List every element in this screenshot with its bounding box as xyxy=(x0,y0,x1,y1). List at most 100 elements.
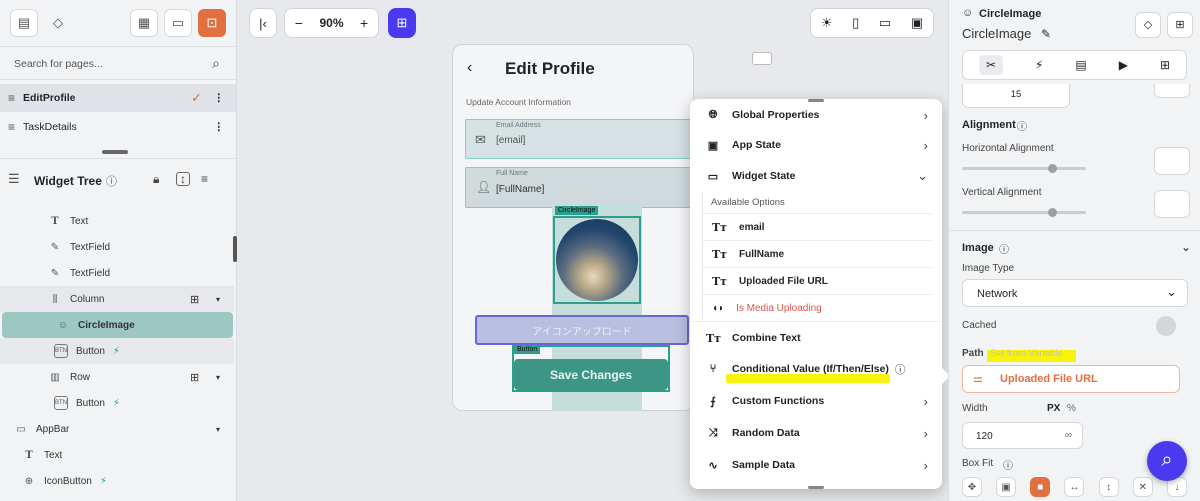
chevron-down-icon[interactable]: ▾ xyxy=(216,295,220,304)
action-flow-tab-icon[interactable]: ⚡︎ xyxy=(1035,58,1043,72)
page-search[interactable]: Search for pages... ⌕ xyxy=(0,46,236,80)
fit-contain-icon[interactable]: ▣ xyxy=(996,477,1017,497)
add-child-icon[interactable]: ⊞ xyxy=(190,293,199,306)
fit-none-icon[interactable]: ✥ xyxy=(962,477,982,497)
phone-icon[interactable]: ▯ xyxy=(852,15,859,31)
fit-fill-icon[interactable]: ✕ xyxy=(1132,477,1153,497)
paint-tab-icon[interactable]: ✂ xyxy=(978,55,1004,75)
resize-handle[interactable] xyxy=(102,150,128,154)
save-changes-button[interactable]: Save Changes xyxy=(514,359,668,390)
desktop-icon[interactable]: ▣ xyxy=(911,15,923,31)
unit-px[interactable]: PX xyxy=(1047,403,1060,414)
info-icon[interactable]: ⓘ xyxy=(1017,118,1027,133)
collapse-all-icon[interactable]: ≡ xyxy=(201,172,208,186)
chevron-right-icon: › xyxy=(923,457,928,473)
collapse-panel-icon[interactable]: |‹ xyxy=(249,8,277,38)
vertical-alignment-slider[interactable] xyxy=(962,208,1086,217)
unit-percent[interactable]: % xyxy=(1067,403,1076,414)
play-tab-icon[interactable]: ▶ xyxy=(1119,58,1128,72)
search-icon[interactable]: ⌕ xyxy=(212,55,220,72)
tree-item-text[interactable]: T Text xyxy=(0,208,234,234)
lock-icon[interactable]: 🔒︎ xyxy=(153,172,159,187)
tree-item-textfield[interactable]: ✎ TextField xyxy=(0,234,234,260)
page-item-editprofile[interactable]: ≡ EditProfile ✓ ⋮ xyxy=(0,84,236,112)
add-widget-icon[interactable]: ⊞ xyxy=(388,8,416,38)
slider-knob[interactable] xyxy=(1048,164,1057,173)
fullname-label: Full Name xyxy=(496,170,528,177)
cached-toggle[interactable] xyxy=(1156,316,1176,336)
info-icon[interactable]: ⓘ xyxy=(895,362,906,377)
option-fullname[interactable]: Tт FullName xyxy=(702,240,932,267)
width-field[interactable]: 120 ∞ xyxy=(962,422,1083,449)
slider-knob[interactable] xyxy=(1048,208,1057,217)
add-child-icon[interactable]: ⊞ xyxy=(190,371,199,384)
upload-button[interactable]: アイコンアップロード xyxy=(475,315,689,345)
diamond-icon[interactable]: ◇ xyxy=(1135,12,1161,38)
info-icon[interactable]: ⓘ xyxy=(999,241,1009,256)
chevron-down-icon[interactable]: ⌄ xyxy=(1181,240,1191,254)
vertical-alignment-box[interactable] xyxy=(1154,190,1190,218)
sun-icon[interactable]: ☀ xyxy=(821,15,833,31)
search-fab-icon[interactable]: ⌕ xyxy=(1147,441,1187,481)
ai-tab-icon[interactable]: ⊞ xyxy=(1160,58,1170,72)
horizontal-alignment-box[interactable] xyxy=(1154,147,1190,175)
zoom-in-button[interactable]: + xyxy=(350,15,378,31)
menu-app-state[interactable]: ▣ App State › xyxy=(690,129,942,161)
value-field-small[interactable] xyxy=(1154,84,1190,98)
option-uploaded-file-url[interactable]: Tт Uploaded File URL xyxy=(702,267,932,294)
menu-custom-functions[interactable]: ⨍ Custom Functions › xyxy=(690,385,942,417)
pages-tab-icon[interactable]: ▤ xyxy=(10,9,38,37)
menu-global-properties[interactable]: 🌐︎ Global Properties › xyxy=(690,99,942,131)
tree-item-button[interactable]: BTN Button ⚡︎ xyxy=(0,338,234,364)
add-icon[interactable]: ⊞ xyxy=(1167,12,1193,38)
chevron-down-icon[interactable]: ▾ xyxy=(216,373,220,382)
set-from-variable-menu: 🌐︎ Global Properties › ▣ App State › ▭ Widget… xyxy=(690,99,942,489)
tree-item-circleimage[interactable]: ☺ CircleImage xyxy=(2,312,233,338)
info-icon[interactable]: ⓘ xyxy=(1003,457,1013,472)
add-page-icon[interactable]: ⊡ xyxy=(198,9,226,37)
menu-widget-state[interactable]: ▭ Widget State ⌄ xyxy=(690,160,942,192)
tablet-icon[interactable]: ▭ xyxy=(879,15,891,31)
path-variable-field[interactable]: ⚌ Uploaded File URL xyxy=(962,365,1180,393)
canvas-keyboard-icon[interactable] xyxy=(752,52,772,65)
search-input[interactable]: Search for pages... xyxy=(14,58,103,70)
option-email[interactable]: Tт email xyxy=(702,213,932,240)
more-vert-icon[interactable]: ⋮ xyxy=(214,121,225,133)
infinity-toggle[interactable]: ∞ xyxy=(1065,430,1072,441)
fullname-field[interactable]: Full Name 👤︎ [FullName] xyxy=(465,167,692,208)
circle-image-selection[interactable]: CircleImage xyxy=(553,206,641,304)
backend-tab-icon[interactable]: ▤ xyxy=(1075,58,1086,72)
tree-item-text[interactable]: T Text xyxy=(0,442,234,468)
folder-icon[interactable]: ▭ xyxy=(164,9,192,37)
tree-item-button[interactable]: BTN Button ⚡︎ xyxy=(0,390,234,416)
menu-combine-text[interactable]: Tт Combine Text xyxy=(690,322,942,354)
zoom-out-button[interactable]: − xyxy=(285,15,313,31)
back-icon[interactable]: ‹ xyxy=(467,59,472,77)
image-type-select[interactable]: Network ⌄ xyxy=(962,279,1188,307)
edit-icon[interactable]: ✎ xyxy=(1041,27,1051,41)
value-field[interactable]: 15 xyxy=(962,84,1070,108)
info-icon[interactable]: ⓘ xyxy=(106,173,117,189)
email-field[interactable]: Email Address ✉ [email] xyxy=(465,119,692,159)
tree-item-row[interactable]: ▥ Row ⊞ ▾ xyxy=(0,364,234,390)
tree-item-column[interactable]: ⫼ Column ⊞ ▾ xyxy=(0,286,234,312)
chevron-down-icon[interactable]: ▾ xyxy=(216,425,220,434)
expand-icon[interactable]: ↕ xyxy=(176,172,190,186)
grid-icon[interactable]: ▦ xyxy=(130,9,158,37)
tree-item-appbar[interactable]: ▭ AppBar ▾ xyxy=(0,416,234,442)
horizontal-alignment-slider[interactable] xyxy=(962,164,1086,173)
image-section-title: Image xyxy=(962,242,994,254)
menu-random-data[interactable]: ⤨ Random Data › xyxy=(690,417,942,449)
fit-height-icon[interactable]: ↕ xyxy=(1098,477,1119,497)
page-item-taskdetails[interactable]: ≡ TaskDetails ⋮ xyxy=(0,113,236,141)
tree-item-iconbutton[interactable]: ⊕ IconButton ⚡︎ xyxy=(0,468,234,494)
option-is-media-uploading[interactable]: ◖◗ Is Media Uploading xyxy=(702,294,932,321)
fit-cover-icon[interactable]: ■ xyxy=(1030,477,1051,497)
menu-sample-data[interactable]: ∿ Sample Data › xyxy=(690,449,942,481)
tree-item-textfield[interactable]: ✎ TextField xyxy=(0,260,234,286)
text-type-icon: Tт xyxy=(712,247,728,261)
more-vert-icon[interactable]: ⋮ xyxy=(214,92,225,104)
fit-width-icon[interactable]: ↔ xyxy=(1064,477,1085,497)
section-label: Update Account Information xyxy=(466,97,571,107)
diamond-icon[interactable]: ◇ xyxy=(44,9,72,37)
